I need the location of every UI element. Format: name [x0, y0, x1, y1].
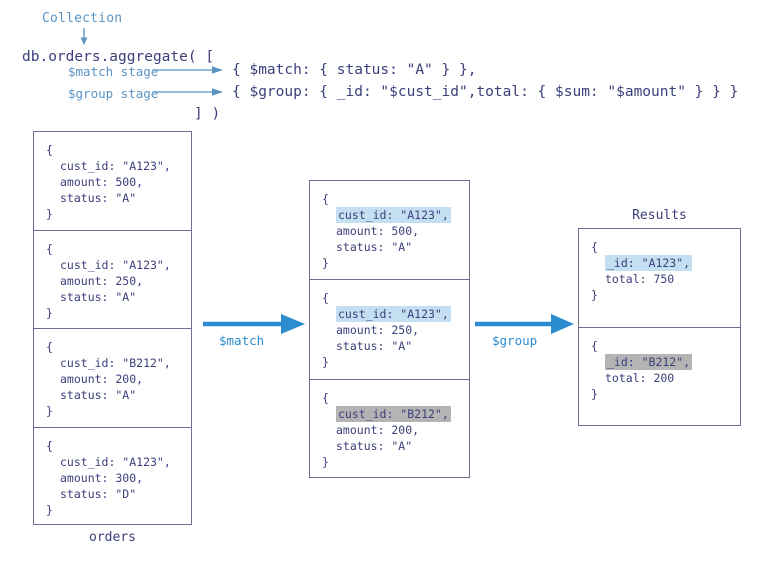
collection-pointer-arrow-icon: [80, 28, 88, 45]
code-line-aggregate-call: db.orders.aggregate( [: [22, 49, 215, 65]
doc-brace-close: }: [322, 256, 329, 270]
doc-field-cust-id: cust_id: "A123",: [60, 257, 171, 272]
doc-field-amount: amount: 250,: [336, 323, 420, 338]
match-flow-arrow-label: $match: [219, 333, 265, 348]
results-box: { _id: "A123", total: 750 } { _id: "B212…: [578, 228, 741, 426]
doc-field-amount: amount: 200,: [60, 372, 144, 386]
document-card: { _id: "A123", total: 750 }: [579, 229, 740, 328]
code-line-match-stage: { $match: { status: "A" } },: [232, 62, 477, 78]
matched-documents-box: { cust_id: "A123", amount: 500, status: …: [309, 180, 470, 478]
doc-field-total: total: 200: [605, 371, 675, 385]
doc-field-status: status: "A": [336, 438, 413, 453]
cust-id-highlight: cust_id: "A123",: [336, 207, 451, 223]
document-card: { cust_id: "A123", amount: 250, status: …: [34, 231, 191, 329]
doc-brace-open: {: [46, 340, 53, 354]
doc-field-amount: amount: 250,: [60, 273, 144, 288]
doc-field-cust-id: cust_id: "B212",: [60, 356, 171, 370]
cust-id-highlight: cust_id: "A123",: [336, 306, 451, 323]
doc-brace-close: }: [46, 502, 53, 517]
doc-brace-open: {: [46, 241, 53, 256]
doc-brace-close: }: [322, 355, 329, 370]
doc-brace-open: {: [322, 291, 329, 306]
document-card: { cust_id: "B212", amount: 200, status: …: [34, 329, 191, 428]
doc-brace-open: {: [46, 143, 53, 157]
document-card: { cust_id: "A123", amount: 250, status: …: [310, 280, 469, 380]
doc-brace-close: }: [46, 207, 53, 221]
doc-field-cust-id: cust_id: "B212",: [322, 405, 469, 422]
doc-field-amount: amount: 500,: [336, 224, 420, 238]
match-stage-pointer-arrow-icon: [153, 66, 223, 74]
doc-brace-open: {: [322, 390, 329, 405]
doc-brace-close: }: [46, 305, 53, 320]
doc-brace-close: }: [322, 454, 329, 469]
doc-field-status: status: "A": [60, 289, 137, 304]
document-card: { cust_id: "A123", amount: 300, status: …: [34, 428, 191, 527]
doc-field-total: total: 750: [605, 272, 675, 286]
doc-brace-open: {: [591, 339, 598, 353]
match-stage-label: $match stage: [68, 64, 159, 79]
doc-brace-open: {: [46, 438, 53, 453]
doc-field-status: status: "A": [60, 191, 137, 205]
doc-field-id: _id: "A123",: [591, 255, 740, 271]
results-caption: Results: [632, 208, 687, 223]
diagram-canvas: Collection db.orders.aggregate( [ $match…: [0, 0, 769, 584]
doc-field-cust-id: cust_id: "A123",: [322, 207, 469, 223]
document-card: { cust_id: "A123", amount: 500, status: …: [310, 181, 469, 281]
document-card: { cust_id: "A123", amount: 500, status: …: [34, 132, 191, 231]
doc-field-amount: amount: 300,: [60, 470, 144, 485]
orders-collection-caption: orders: [89, 530, 136, 545]
doc-field-cust-id: cust_id: "A123",: [322, 306, 469, 323]
document-card: { _id: "B212", total: 200 }: [579, 328, 740, 427]
match-flow-arrow-icon: [203, 314, 305, 334]
doc-field-status: status: "A": [336, 240, 413, 254]
doc-brace-open: {: [591, 240, 598, 254]
doc-field-cust-id: cust_id: "A123",: [60, 159, 171, 173]
group-stage-label: $group stage: [68, 86, 159, 101]
doc-field-status: status: "A": [336, 339, 413, 354]
id-highlight: _id: "A123",: [605, 255, 693, 271]
code-line-close: ] ): [194, 106, 221, 122]
code-line-group-stage: { $group: { _id: "$cust_id",total: { $su…: [232, 84, 739, 100]
doc-field-cust-id: cust_id: "A123",: [60, 454, 171, 469]
id-highlight: _id: "B212",: [605, 354, 693, 370]
collection-label: Collection: [42, 11, 123, 26]
document-card: { cust_id: "B212", amount: 200, status: …: [310, 380, 469, 479]
doc-brace-close: }: [591, 387, 598, 401]
doc-field-status: status: "D": [60, 486, 137, 501]
doc-brace-close: }: [46, 404, 53, 418]
doc-field-amount: amount: 500,: [60, 175, 144, 189]
orders-collection-box: { cust_id: "A123", amount: 500, status: …: [33, 131, 192, 525]
doc-brace-open: {: [322, 192, 329, 206]
doc-field-status: status: "A": [60, 388, 137, 402]
doc-brace-close: }: [591, 288, 598, 302]
group-stage-pointer-arrow-icon: [153, 88, 223, 96]
cust-id-highlight: cust_id: "B212",: [336, 405, 451, 422]
doc-field-amount: amount: 200,: [336, 422, 420, 437]
group-flow-arrow-icon: [475, 314, 574, 334]
doc-field-id: _id: "B212",: [591, 354, 740, 370]
group-flow-arrow-label: $group: [492, 333, 538, 348]
